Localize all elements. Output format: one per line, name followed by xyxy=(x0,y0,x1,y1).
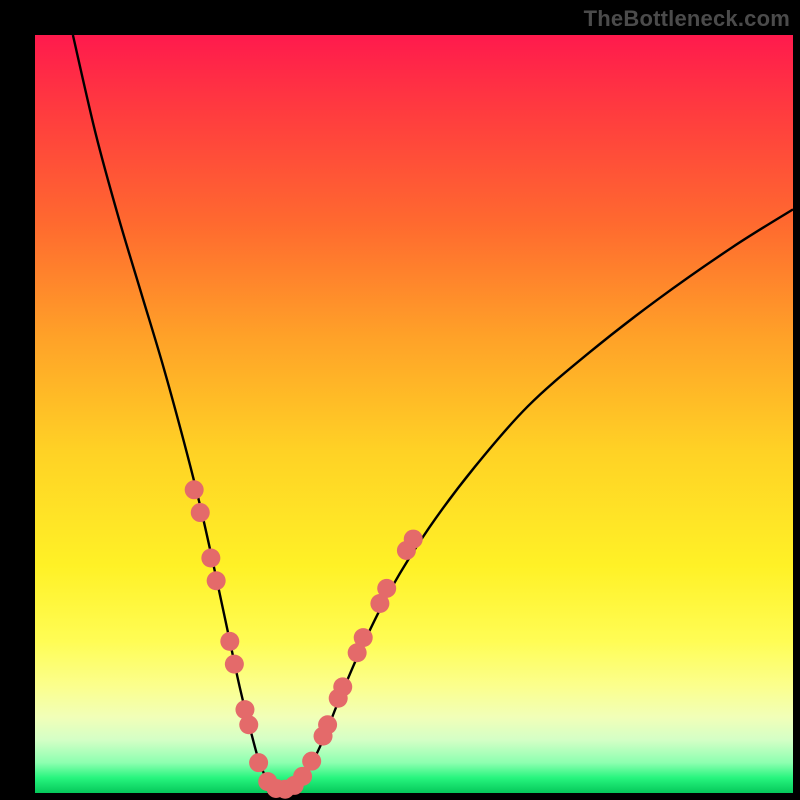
bottleneck-curve xyxy=(73,35,793,791)
chart-plot-area xyxy=(35,35,793,793)
highlight-dot xyxy=(239,715,258,734)
highlight-dot xyxy=(220,632,239,651)
highlight-dot xyxy=(302,752,321,771)
attribution-text: TheBottleneck.com xyxy=(584,6,790,32)
highlight-dots xyxy=(185,480,423,798)
highlight-dot xyxy=(354,628,373,647)
highlight-dot xyxy=(191,503,210,522)
highlight-dot xyxy=(377,579,396,598)
highlight-dot xyxy=(249,753,268,772)
highlight-dot xyxy=(318,715,337,734)
highlight-dot xyxy=(207,571,226,590)
chart-frame: TheBottleneck.com xyxy=(0,0,800,800)
highlight-dot xyxy=(404,530,423,549)
highlight-dot xyxy=(201,549,220,568)
highlight-dot xyxy=(185,480,204,499)
highlight-dot xyxy=(333,677,352,696)
bottleneck-curve-svg xyxy=(35,35,793,793)
highlight-dot xyxy=(225,655,244,674)
